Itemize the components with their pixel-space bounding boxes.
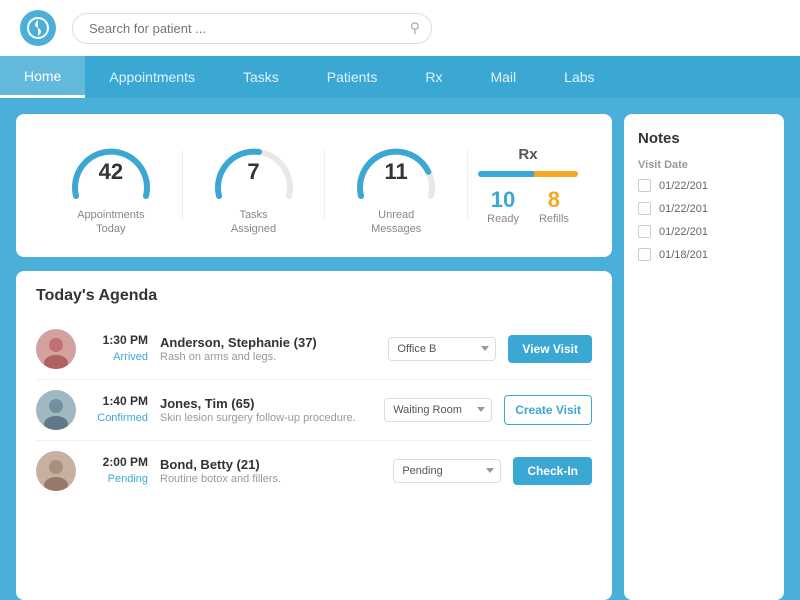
rx-bar-refills [534, 171, 578, 177]
appt-info-1: Anderson, Stephanie (37) Rash on arms an… [160, 335, 376, 363]
left-panel: 42 AppointmentsToday 7 TasksAssigned [16, 114, 612, 600]
appt-status-1: Arrived [113, 351, 148, 363]
appt-room-select-2[interactable]: Waiting Room Office A Office B [384, 398, 492, 422]
note-date-4: 01/18/201 [659, 249, 708, 261]
tasks-label: TasksAssigned [231, 208, 276, 237]
note-date-3: 01/22/201 [659, 226, 708, 238]
appt-row-1: 1:30 PM Arrived Anderson, Stephanie (37)… [36, 319, 592, 380]
note-row-1: 01/22/201 [638, 179, 770, 192]
appt-status-3: Pending [108, 473, 148, 485]
checkin-button-3[interactable]: Check-In [513, 457, 592, 485]
nav-home[interactable]: Home [0, 56, 85, 98]
rx-ready-label: Ready [487, 213, 519, 225]
appt-room-select-3[interactable]: Pending Office A Office B Waiting Room [393, 459, 501, 483]
nav-patients[interactable]: Patients [303, 56, 402, 98]
appt-note-3: Routine botox and fillers. [160, 473, 381, 485]
search-icon: ⚲ [410, 20, 420, 37]
appt-time-1: 1:30 PM Arrived [88, 333, 148, 365]
messages-value: 11 [385, 159, 408, 185]
agenda-card: Today's Agenda 1:30 PM Arrived Anderson,… [16, 271, 612, 600]
stats-card: 42 AppointmentsToday 7 TasksAssigned [16, 114, 612, 257]
appt-room-select-1[interactable]: Office B Waiting Room Office A [388, 337, 496, 361]
note-checkbox-4[interactable] [638, 248, 651, 261]
appt-note-1: Rash on arms and legs. [160, 351, 376, 363]
avatar-anderson [36, 329, 76, 369]
nav-labs[interactable]: Labs [540, 56, 618, 98]
rx-bar [478, 171, 578, 177]
notes-col-header: Visit Date [638, 159, 770, 171]
appt-time-3: 2:00 PM Pending [88, 455, 148, 487]
agenda-title: Today's Agenda [36, 287, 592, 305]
appt-name-2: Jones, Tim (65) [160, 396, 372, 411]
notes-panel: Notes Visit Date 01/22/201 01/22/201 01/… [624, 114, 784, 600]
note-checkbox-3[interactable] [638, 225, 651, 238]
note-date-1: 01/22/201 [659, 180, 708, 192]
note-row-3: 01/22/201 [638, 225, 770, 238]
rx-stats: 10 Ready 8 Refills [487, 187, 569, 225]
rx-refills-num: 8 [539, 187, 569, 213]
gauge-messages: 11 [351, 134, 441, 204]
rx-title: Rx [518, 146, 537, 163]
gauge-appointments: 42 [66, 134, 156, 204]
stat-tasks: 7 TasksAssigned [183, 134, 325, 237]
rx-card: Rx 10 Ready 8 Refills [468, 146, 588, 225]
appt-status-2: Confirmed [97, 412, 148, 424]
avatar-bond [36, 451, 76, 491]
nav-rx[interactable]: Rx [401, 56, 466, 98]
rx-refills-label: Refills [539, 213, 569, 225]
gauge-tasks: 7 [209, 134, 299, 204]
note-checkbox-2[interactable] [638, 202, 651, 215]
search-wrap: ⚲ [72, 13, 432, 44]
avatar-jones [36, 390, 76, 430]
appointments-label: AppointmentsToday [77, 208, 144, 237]
create-visit-button-2[interactable]: Create Visit [504, 395, 592, 425]
rx-bar-ready [478, 171, 534, 177]
tasks-value: 7 [247, 159, 259, 185]
main-nav: Home Appointments Tasks Patients Rx Mail… [0, 56, 800, 98]
view-visit-button-1[interactable]: View Visit [508, 335, 592, 363]
logo [20, 10, 56, 46]
note-row-2: 01/22/201 [638, 202, 770, 215]
main-content: 42 AppointmentsToday 7 TasksAssigned [0, 98, 800, 600]
rx-ready: 10 Ready [487, 187, 519, 225]
appt-row-2: 1:40 PM Confirmed Jones, Tim (65) Skin l… [36, 380, 592, 441]
note-row-4: 01/18/201 [638, 248, 770, 261]
top-bar: ⚲ [0, 0, 800, 56]
stat-appointments: 42 AppointmentsToday [40, 134, 182, 237]
notes-title: Notes [638, 130, 770, 147]
appt-info-2: Jones, Tim (65) Skin lesion surgery foll… [160, 396, 372, 424]
appointments-value: 42 [99, 159, 123, 185]
appt-time-2: 1:40 PM Confirmed [88, 394, 148, 426]
appt-note-2: Skin lesion surgery follow-up procedure. [160, 412, 372, 424]
appt-row-3: 2:00 PM Pending Bond, Betty (21) Routine… [36, 441, 592, 501]
messages-label: UnreadMessages [371, 208, 421, 237]
rx-refills: 8 Refills [539, 187, 569, 225]
appt-name-1: Anderson, Stephanie (37) [160, 335, 376, 350]
appt-name-3: Bond, Betty (21) [160, 457, 381, 472]
stat-messages: 11 UnreadMessages [325, 134, 467, 237]
note-checkbox-1[interactable] [638, 179, 651, 192]
nav-appointments[interactable]: Appointments [85, 56, 219, 98]
note-date-2: 01/22/201 [659, 203, 708, 215]
search-input[interactable] [72, 13, 432, 44]
rx-ready-num: 10 [487, 187, 519, 213]
nav-tasks[interactable]: Tasks [219, 56, 303, 98]
appt-info-3: Bond, Betty (21) Routine botox and fille… [160, 457, 381, 485]
nav-mail[interactable]: Mail [466, 56, 540, 98]
